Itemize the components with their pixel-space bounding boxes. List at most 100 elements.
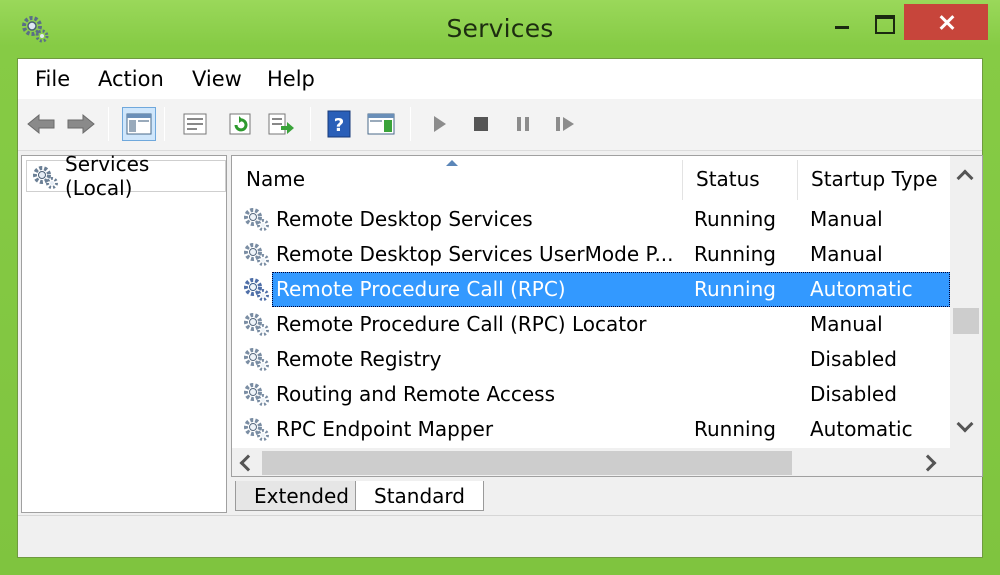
pause-service-button[interactable]	[506, 107, 540, 141]
tree-item-services-local[interactable]: Services (Local)	[26, 152, 226, 200]
column-header-row: Name Status Startup Type	[232, 156, 950, 202]
service-startup-type: Automatic	[810, 417, 913, 441]
tab-standard[interactable]: Standard	[355, 481, 484, 511]
tab-extended[interactable]: Extended	[235, 481, 368, 511]
vertical-scrollbar[interactable]	[950, 156, 982, 448]
vertical-scroll-thumb[interactable]	[953, 308, 979, 334]
table-row-selected[interactable]: Remote Procedure Call (RPC) Running Auto…	[232, 272, 950, 307]
pause-service-icon	[517, 117, 529, 131]
service-gear-icon	[242, 380, 270, 413]
service-status: Running	[694, 207, 776, 231]
service-startup-type: Manual	[810, 312, 883, 336]
export-list-button[interactable]	[264, 107, 298, 141]
services-window: Services File Action View Help ? Service…	[0, 0, 1000, 575]
menu-file[interactable]: File	[35, 67, 70, 91]
service-startup-type: Manual	[810, 207, 883, 231]
service-gear-icon	[242, 345, 270, 378]
console-tree-pane: Services (Local)	[21, 152, 227, 513]
help-button[interactable]: ?	[322, 107, 356, 141]
service-gear-icon	[242, 415, 270, 448]
service-gear-icon	[242, 275, 270, 308]
horizontal-scroll-thumb[interactable]	[262, 451, 792, 475]
table-row[interactable]: Remote Desktop Services UserMode P... Ru…	[232, 237, 950, 272]
tab-label: Extended	[254, 483, 349, 508]
service-name: Remote Procedure Call (RPC) Locator	[276, 312, 647, 336]
service-name: Routing and Remote Access	[276, 382, 556, 406]
column-header-startup-type[interactable]: Startup Type	[797, 156, 950, 202]
svg-text:?: ?	[334, 115, 344, 136]
service-name: RPC Endpoint Mapper	[276, 417, 494, 441]
scroll-left-icon[interactable]	[239, 454, 257, 472]
maximize-button[interactable]	[862, 4, 906, 40]
services-list-pane: Name Status Startup Type Remote Desktop …	[231, 155, 983, 477]
tree-item-label: Services (Local)	[65, 152, 150, 200]
toolbar-separator	[108, 107, 109, 141]
show-hide-console-tree-button[interactable]	[122, 107, 156, 141]
service-startup-type: Disabled	[810, 382, 897, 406]
view-tabs: Extended Standard	[231, 479, 983, 513]
service-gear-icon	[242, 205, 270, 238]
table-row[interactable]: RPC Endpoint Mapper Running Automatic	[232, 412, 950, 447]
table-row[interactable]: Remote Desktop Services Running Manual	[232, 202, 950, 237]
column-header-status[interactable]: Status	[682, 156, 797, 202]
scroll-right-icon[interactable]	[919, 454, 937, 472]
menu-help[interactable]: Help	[267, 67, 315, 91]
tab-label: Standard	[374, 483, 465, 508]
forward-button[interactable]	[64, 107, 98, 141]
table-row[interactable]: Remote Registry Disabled	[232, 342, 950, 377]
start-service-icon	[434, 116, 446, 132]
column-header-label: Status	[696, 167, 760, 191]
toolbar-separator	[310, 107, 311, 141]
toolbar-separator	[410, 107, 411, 141]
table-row[interactable]: Remote Procedure Call (RPC) Locator Manu…	[232, 307, 950, 342]
service-startup-type: Disabled	[810, 347, 897, 371]
service-startup-type: Manual	[810, 242, 883, 266]
stop-service-icon	[474, 117, 488, 131]
menu-action[interactable]: Action	[98, 67, 164, 91]
close-button[interactable]	[904, 4, 988, 40]
show-hide-action-pane-button[interactable]	[364, 107, 398, 141]
properties-button[interactable]	[178, 107, 212, 141]
show-hide-action-pane-icon	[367, 113, 395, 135]
menu-view[interactable]: View	[192, 67, 242, 91]
service-status: Running	[694, 242, 776, 266]
back-button[interactable]	[24, 107, 58, 141]
forward-icon	[67, 113, 95, 135]
services-gear-icon	[31, 164, 59, 195]
column-header-label: Name	[246, 167, 306, 191]
title-bar[interactable]: Services	[0, 0, 1000, 58]
menu-bar: File Action View Help	[18, 59, 982, 99]
minimize-button[interactable]	[820, 4, 864, 40]
sort-ascending-icon	[446, 160, 458, 166]
service-name: Remote Registry	[276, 347, 442, 371]
service-status: Running	[694, 417, 776, 441]
service-name: Remote Procedure Call (RPC)	[276, 277, 566, 301]
service-gear-icon	[242, 240, 270, 273]
stop-service-button[interactable]	[464, 107, 498, 141]
properties-icon	[183, 113, 207, 135]
service-startup-type: Automatic	[810, 277, 913, 301]
export-list-icon	[268, 113, 294, 135]
status-bar	[18, 515, 982, 557]
horizontal-scrollbar[interactable]	[232, 448, 950, 476]
resume-service-icon	[556, 117, 574, 131]
refresh-icon	[229, 113, 251, 135]
column-header-label: Startup Type	[811, 167, 938, 191]
table-row[interactable]: Routing and Remote Access Disabled	[232, 377, 950, 412]
refresh-button[interactable]	[224, 107, 258, 141]
toolbar-separator	[164, 107, 165, 141]
show-hide-console-tree-icon	[126, 113, 152, 135]
service-name: Remote Desktop Services	[276, 207, 533, 231]
back-icon	[27, 113, 55, 135]
service-gear-icon	[242, 310, 270, 343]
service-status: Running	[694, 277, 776, 301]
client-area: File Action View Help ? Services (Local)…	[17, 58, 983, 558]
resume-service-button[interactable]	[548, 107, 582, 141]
start-service-button[interactable]	[422, 107, 456, 141]
scroll-up-icon[interactable]	[956, 169, 974, 187]
help-icon: ?	[327, 110, 351, 138]
scrollbar-corner	[950, 448, 982, 476]
scroll-down-icon[interactable]	[956, 415, 974, 433]
toolbar: ?	[18, 99, 982, 151]
service-name: Remote Desktop Services UserMode P...	[276, 242, 674, 266]
